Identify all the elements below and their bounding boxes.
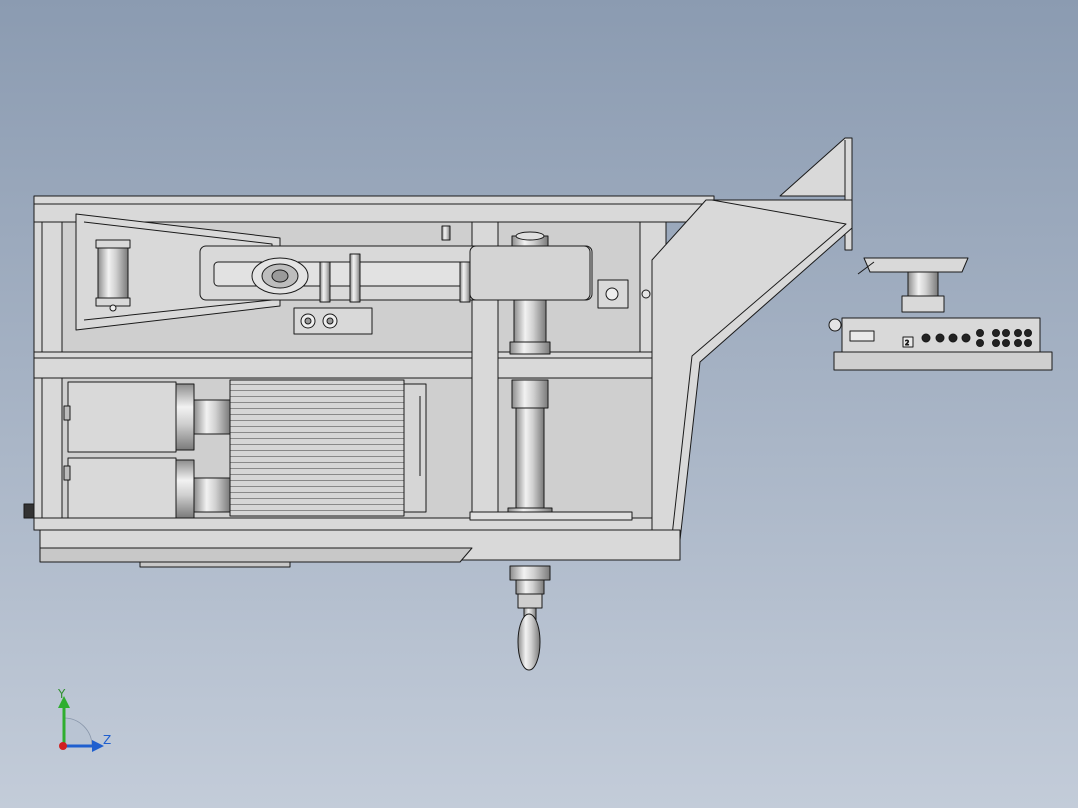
heat-sink [229,379,427,517]
crank-handle [509,565,551,671]
machine-assembly-drawing: 2 Y Z [23,137,1053,752]
coordinate-triad: Y Z [57,687,111,752]
cad-viewport[interactable]: 2 Y Z [0,0,1078,808]
port-label: 2 [905,339,909,347]
y-axis-label: Y [57,687,66,701]
z-axis-label: Z [103,733,111,747]
x-axis-dot [59,742,67,750]
control-panel-assembly: 2 [828,257,1053,371]
